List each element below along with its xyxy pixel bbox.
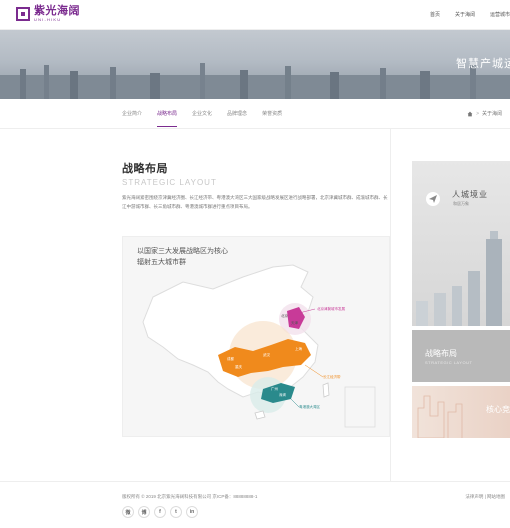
section-subnav: 企业简介 战略布局 企业文化 品牌理念 荣誉资质 > 关于海阔 [0, 99, 510, 129]
tower-image [416, 231, 502, 326]
subnav-item-culture[interactable]: 企业文化 [192, 110, 212, 127]
nav-item-about[interactable]: 关于海阔 [455, 11, 475, 18]
subnav-item-honors[interactable]: 荣誉资质 [262, 110, 282, 127]
footer-links[interactable]: 法律声明 | 网站地图 [465, 494, 505, 500]
side-card-vision-subtitle: 和居万象 [453, 201, 469, 206]
map-label-shanghai: 上海 [295, 347, 302, 351]
intro-paragraph: 紫光海阔紧密围绕京津冀经济圈、长江经济带、粤港澳大湾区三大国家级战略发展区进行战… [122, 195, 388, 209]
side-card-strategy-title: 战略布局 [425, 349, 457, 358]
wechat-icon[interactable]: 微 [122, 506, 134, 518]
content-divider [390, 129, 391, 481]
subnav-item-strategy[interactable]: 战略布局 [157, 110, 178, 127]
side-card-core-title: 核心竞 [486, 405, 510, 414]
map-label-region2: 长江经济带 [323, 375, 341, 379]
breadcrumb-separator: > [476, 110, 479, 117]
site-footer: 版权所有 © 2019 北京紫光海阔科技有限公司 京ICP备：88888888-… [0, 481, 510, 528]
logo[interactable]: 紫光海阔 UNI-HIKU [16, 6, 80, 22]
map-label-region3: 粤港澳大湾区 [299, 405, 320, 409]
twitter-icon[interactable]: t [170, 506, 182, 518]
city-skyline-image [0, 63, 510, 99]
page-title: 战略布局 [122, 163, 168, 175]
subnav-item-intro[interactable]: 企业简介 [122, 110, 142, 127]
map-label-beijing: 北京 [281, 314, 288, 318]
breadcrumb: > 关于海阔 [467, 110, 502, 117]
banner-slogan: 智慧产城运 [456, 58, 510, 70]
logo-mark-icon [16, 7, 30, 21]
map-label-chengdu: 成都 [227, 357, 234, 361]
side-card-strategy[interactable]: 战略布局 STRATEGIC LAYOUT [412, 330, 510, 382]
weibo-icon[interactable]: 博 [138, 506, 150, 518]
paper-plane-icon [426, 192, 440, 206]
side-card-strategy-subtitle: STRATEGIC LAYOUT [425, 360, 473, 365]
linkedin-icon[interactable]: in [186, 506, 198, 518]
map-label-guangzhou: 广州 [271, 387, 278, 391]
map-label-tianjin: 天津 [291, 321, 298, 325]
top-nav: 首页 关于海阔 运营城市 [415, 11, 510, 18]
map-label-region1: 北京津冀城市发展 [317, 307, 345, 311]
side-card-vision-title: 人城境业 [452, 190, 488, 199]
map-label-shenzhen: 深圳 [279, 393, 286, 397]
map-title-line2: 辐射五大城市群 [137, 259, 186, 266]
breadcrumb-item-about[interactable]: 关于海阔 [482, 110, 502, 117]
home-icon[interactable] [467, 111, 473, 117]
section-heading: 战略布局 STRATEGIC LAYOUT [122, 160, 390, 187]
nav-item-cities[interactable]: 运营城市 [490, 11, 510, 18]
map-label-wuhan: 武汉 [263, 353, 270, 357]
site-header: 紫光海阔 UNI-HIKU 首页 关于海阔 运营城市 [0, 0, 510, 30]
subnav-item-brand[interactable]: 品牌理念 [227, 110, 247, 127]
page-title-en: STRATEGIC LAYOUT [122, 178, 217, 187]
social-links: 微 博 f t in [122, 506, 202, 518]
side-card-core[interactable]: 核心竞 [412, 386, 510, 438]
map-title-line1: 以国家三大发展战略区为核心 [137, 248, 228, 255]
map-label-chongqing: 重庆 [235, 365, 242, 369]
nav-item-home[interactable]: 首页 [430, 11, 440, 18]
logo-text-cn: 紫光海阔 [34, 5, 80, 17]
hero-banner: 智慧产城运 [0, 30, 510, 99]
strategy-map: 以国家三大发展战略区为核心 辐射五大城市群 北京津冀城市发展 北京 天津 成都 … [122, 236, 390, 437]
copyright-text: 版权所有 © 2019 北京紫光海阔科技有限公司 京ICP备：88888888-… [122, 494, 258, 499]
side-card-vision[interactable]: 人城境业 和居万象 [412, 161, 510, 326]
facebook-icon[interactable]: f [154, 506, 166, 518]
logo-text-en: UNI-HIKU [34, 17, 62, 22]
